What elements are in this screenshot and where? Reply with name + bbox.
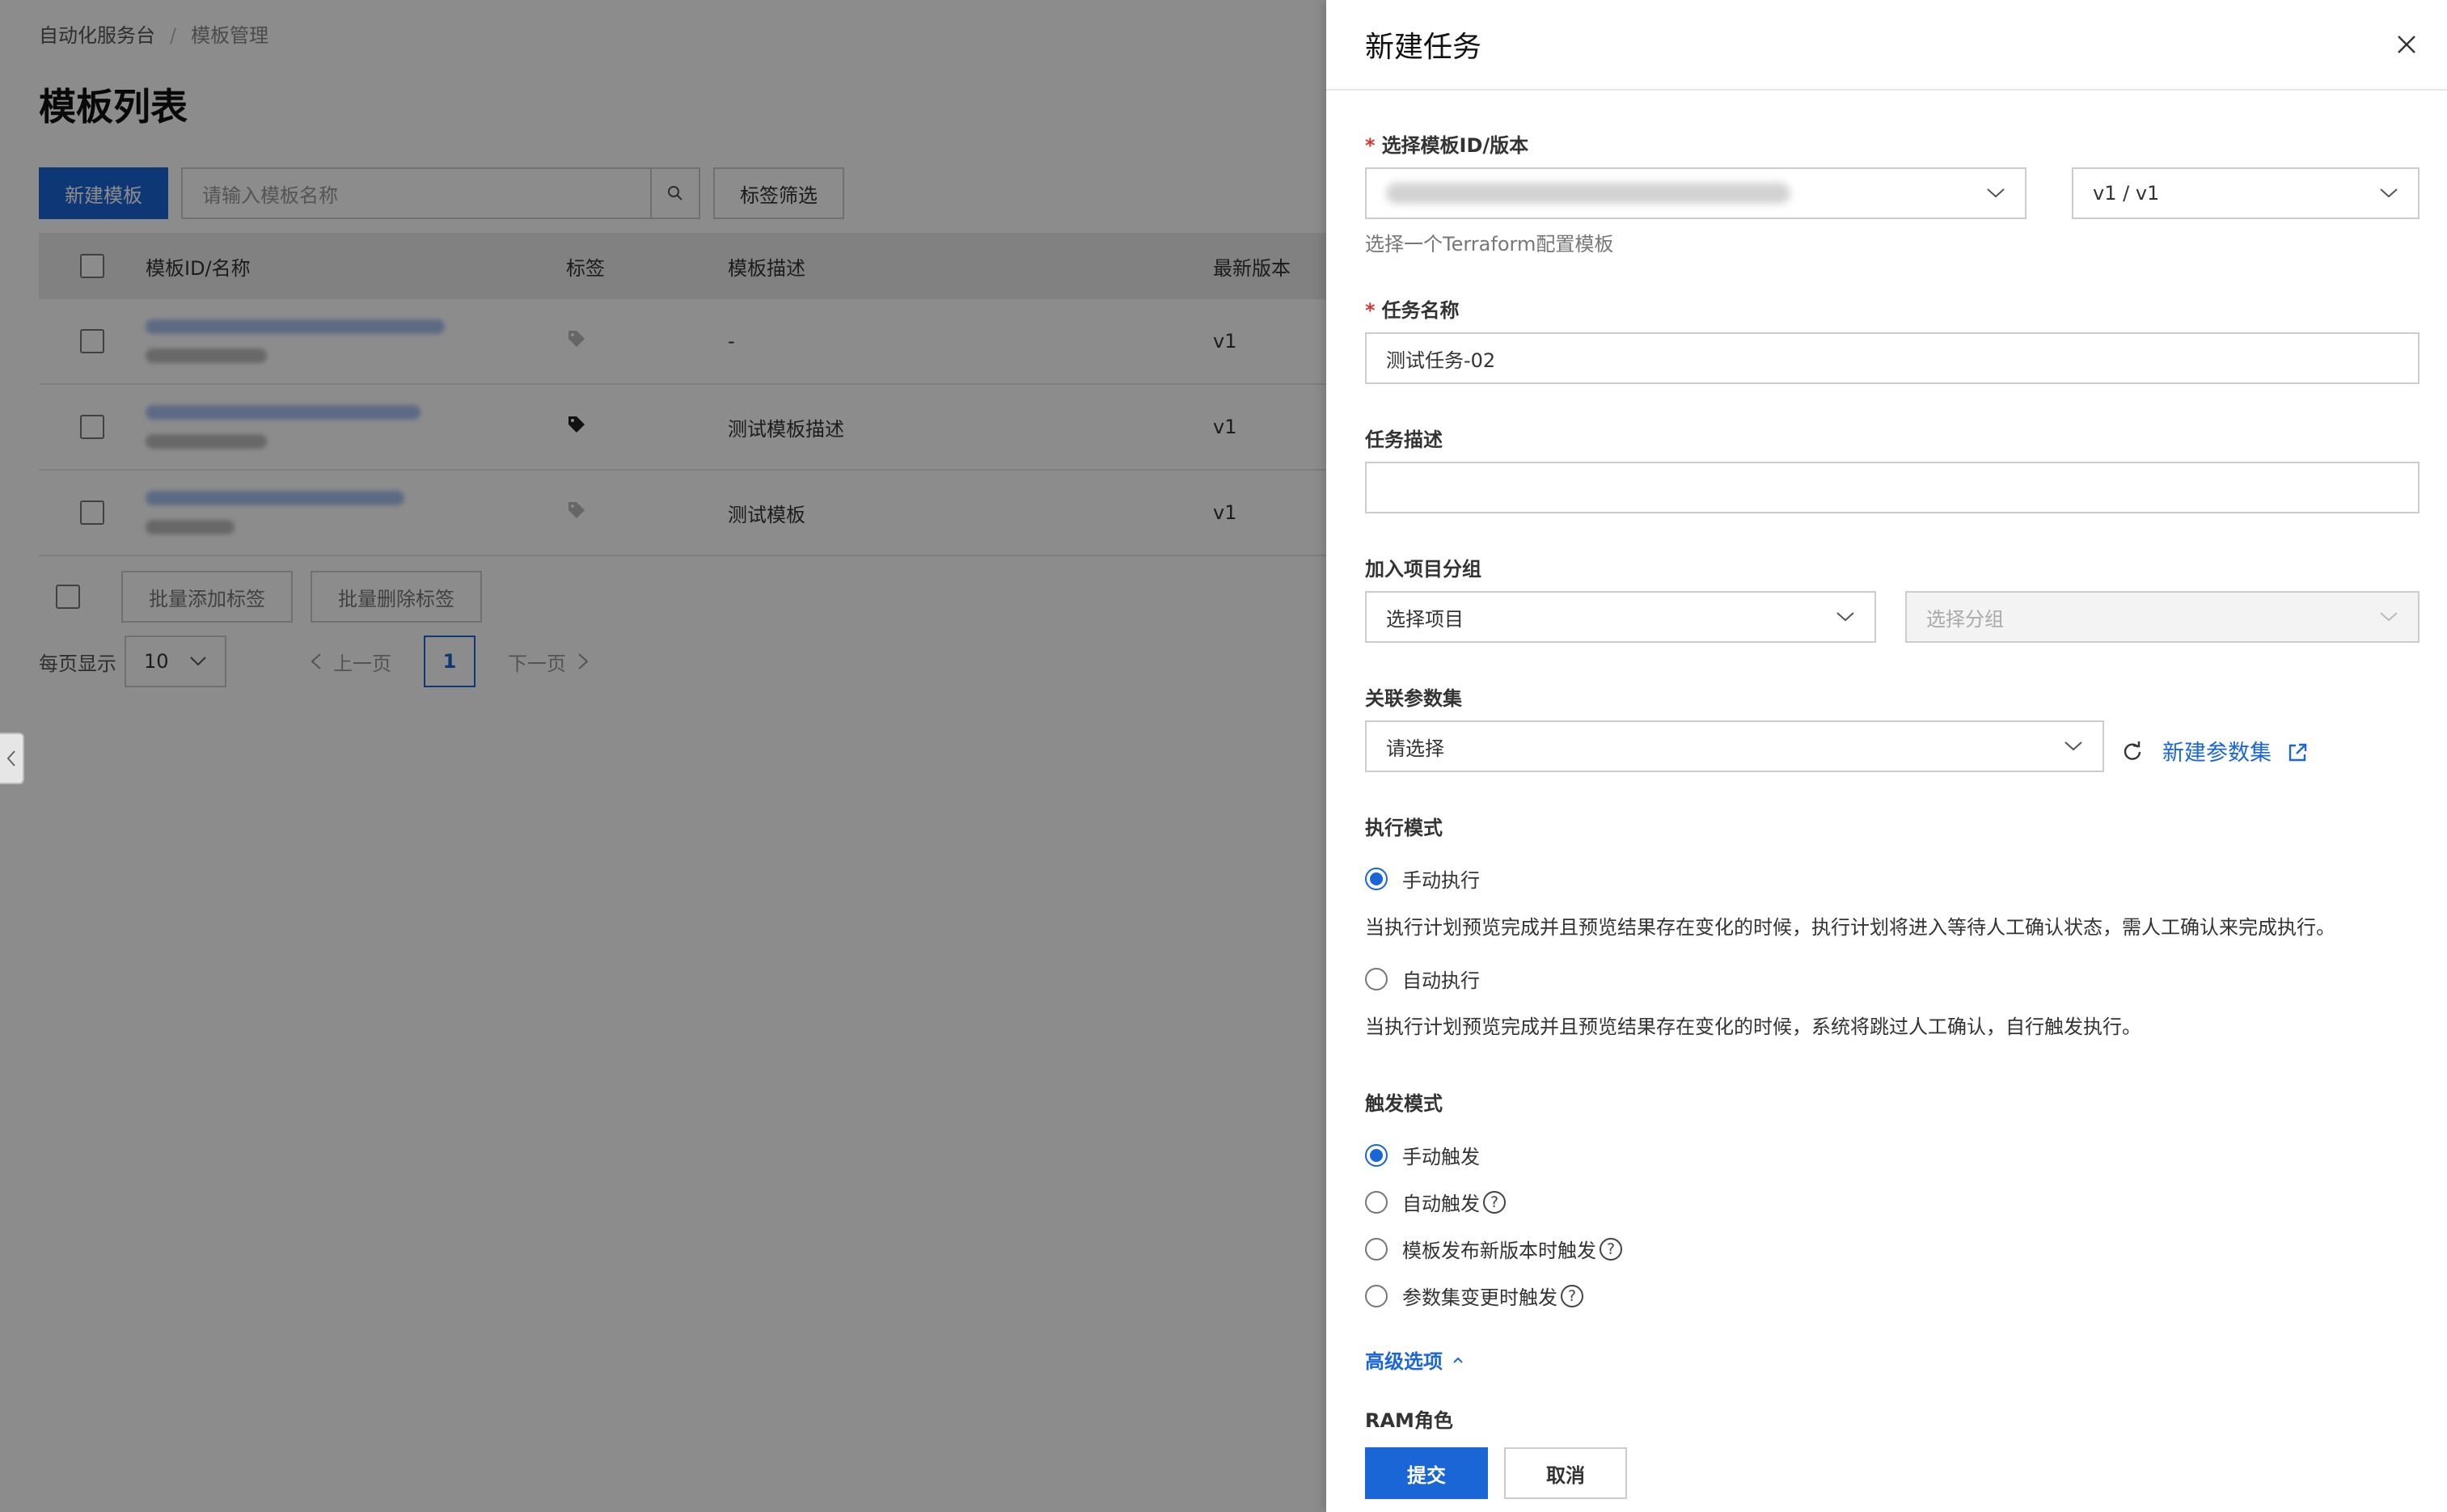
modal-overlay[interactable] [0,0,1326,1512]
trigger-manual-radio[interactable]: 手动触发 [1365,1141,1480,1169]
chevron-down-icon [2065,741,2082,751]
submit-button[interactable]: 提交 [1365,1447,1488,1499]
required-mark: * [1365,299,1376,322]
template-hint: 选择一个Terraform配置模板 [1365,233,1614,256]
template-version-value: v1 / v1 [2093,182,2160,205]
param-set-actions: 新建参数集 [2122,735,2308,767]
task-name-value: 测试任务-02 [1386,348,1496,372]
trigger-new-version-radio[interactable]: 模板发布新版本时触发? [1365,1235,1622,1263]
help-icon[interactable]: ? [1561,1284,1583,1307]
group-label: 加入项目分组 [1365,558,1481,581]
chevron-left-icon [6,750,15,767]
new-param-set-label: 新建参数集 [2162,741,2272,766]
task-name-label-text: 任务名称 [1381,299,1460,322]
radio-unselected[interactable] [1365,967,1388,990]
exec-manual-label: 手动执行 [1402,869,1480,892]
exec-mode-label: 执行模式 [1365,817,1443,839]
trigger-auto-radio[interactable]: 自动触发? [1365,1188,1506,1216]
task-name-label: * 任务名称 [1365,294,1460,323]
chevron-down-icon [2380,612,2398,622]
close-button[interactable] [2390,28,2423,61]
exec-auto-label: 自动执行 [1402,969,1480,992]
param-set-select[interactable]: 请选择 [1365,720,2104,772]
cancel-button[interactable]: 取消 [1504,1447,1627,1499]
project-placeholder: 选择项目 [1386,607,1464,631]
param-set-label: 关联参数集 [1365,687,1462,710]
close-icon [2398,36,2415,53]
external-link-icon [2289,743,2306,762]
project-select[interactable]: 选择项目 [1365,591,1876,643]
exec-manual-radio[interactable]: 手动执行 [1365,864,1480,893]
template-id-select[interactable] [1365,167,2026,219]
chevron-down-icon [1987,188,2005,198]
ram-role-label: RAM角色 [1365,1409,1453,1432]
trigger-mode-label: 触发模式 [1365,1092,1443,1115]
radio-unselected[interactable] [1365,1190,1388,1214]
exec-auto-radio[interactable]: 自动执行 [1365,965,1480,993]
radio-unselected[interactable] [1365,1237,1388,1261]
task-name-input[interactable]: 测试任务-02 [1365,332,2420,384]
new-task-drawer: 新建任务 * 选择模板ID/版本 v1 / v1 选择一个Terraform配置模… [1326,0,2447,1512]
template-label: * 选择模板ID/版本 [1365,129,1528,158]
group-select[interactable]: 选择分组 [1905,591,2420,643]
template-id-value [1386,183,1790,204]
help-icon[interactable]: ? [1600,1237,1622,1261]
radio-selected[interactable] [1365,867,1388,890]
chevron-up-icon [1453,1357,1463,1363]
task-desc-input[interactable] [1365,462,2420,513]
template-version-select[interactable]: v1 / v1 [2072,167,2420,219]
chevron-down-icon [1836,612,1854,622]
template-label-text: 选择模板ID/版本 [1381,134,1529,157]
exec-auto-desc: 当执行计划预览完成并且预览结果存在变化的时候，系统将跳过人工确认，自行触发执行。 [1365,1016,2141,1038]
group-placeholder: 选择分组 [1926,607,2004,631]
chevron-down-icon [2380,188,2398,198]
trigger-new-version-label: 模板发布新版本时触发 [1402,1240,1596,1262]
required-mark: * [1365,134,1376,157]
sidebar-toggle[interactable] [0,733,24,784]
advanced-label: 高级选项 [1365,1350,1443,1373]
trigger-manual-label: 手动触发 [1402,1146,1480,1168]
trigger-param-change-radio[interactable]: 参数集变更时触发? [1365,1282,1583,1310]
advanced-options-toggle[interactable]: 高级选项 [1365,1345,1464,1374]
new-param-set-link[interactable]: 新建参数集 [2162,735,2308,767]
radio-selected[interactable] [1365,1143,1388,1167]
trigger-param-change-label: 参数集变更时触发 [1402,1286,1557,1309]
refresh-icon[interactable] [2122,741,2143,762]
radio-unselected[interactable] [1365,1284,1388,1307]
task-desc-label: 任务描述 [1365,429,1443,451]
drawer-title: 新建任务 [1365,31,1482,64]
drawer-header: 新建任务 [1326,0,2447,91]
param-set-placeholder: 请选择 [1386,737,1444,760]
exec-manual-desc: 当执行计划预览完成并且预览结果存在变化的时候，执行计划将进入等待人工确认状态，需… [1365,916,2335,939]
trigger-auto-label: 自动触发 [1402,1193,1480,1215]
help-icon[interactable]: ? [1483,1190,1506,1214]
app-root: 自动化服务台 / 模板管理 模板列表 新建模板 请输入模板名称 标签筛选 模板ID/… [0,0,2447,1512]
